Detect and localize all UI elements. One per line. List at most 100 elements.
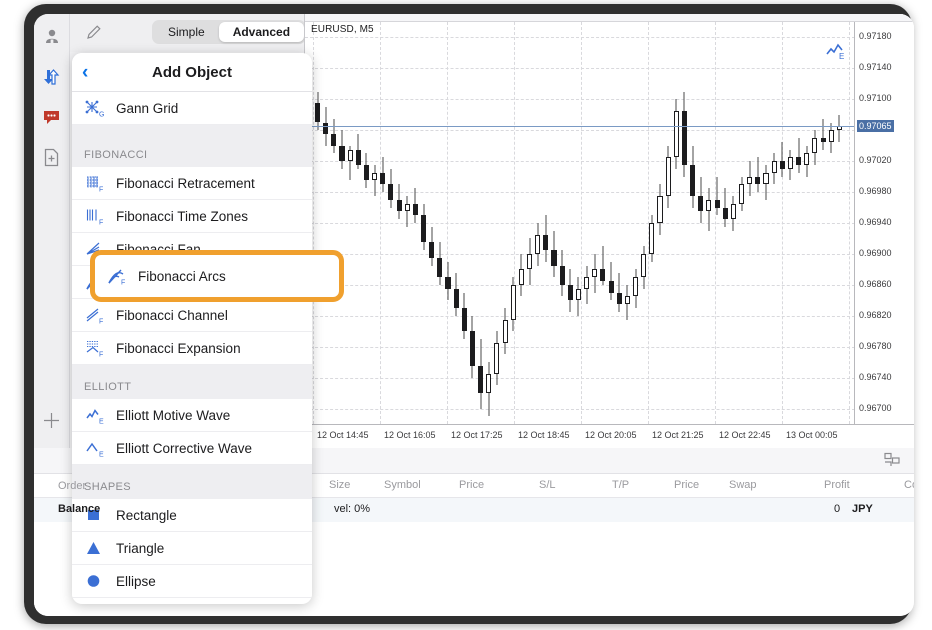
gridline-vertical <box>313 22 314 424</box>
column-header[interactable]: Symbol <box>384 479 421 491</box>
list-item-label: Triangle <box>116 541 164 556</box>
price-axis[interactable]: 0.971800.971400.971000.970200.969800.969… <box>854 22 914 424</box>
add-object-popover[interactable]: ‹ Add Object GGann GridFIBONACCIFFibonac… <box>72 53 312 604</box>
tab-advanced[interactable]: Advanced <box>219 22 304 42</box>
column-header[interactable]: Swap <box>729 479 757 491</box>
list-item-label: Fibonacci Channel <box>116 308 228 323</box>
candlestick <box>633 22 638 424</box>
candlestick <box>380 22 385 424</box>
candlestick <box>600 22 605 424</box>
price-tick-label: 0.96740 <box>859 372 892 382</box>
list-item[interactable]: EElliott Motive Wave <box>72 399 312 432</box>
candlestick <box>323 22 328 424</box>
order-column-label: Order <box>58 480 86 492</box>
account-icon[interactable] <box>35 20 69 54</box>
candlestick <box>527 22 532 424</box>
list-item[interactable]: GGann Grid <box>72 92 312 125</box>
popover-header: ‹ Add Object <box>72 53 312 92</box>
time-tick-label: 12 Oct 14:45 <box>317 430 369 440</box>
candlestick <box>494 22 499 424</box>
candlestick <box>837 22 842 424</box>
candlestick <box>568 22 573 424</box>
candlestick <box>747 22 752 424</box>
list-item[interactable]: FFibonacci Expansion <box>72 332 312 365</box>
tab-simple[interactable]: Simple <box>154 22 219 42</box>
candlestick <box>804 22 809 424</box>
candlestick <box>519 22 524 424</box>
highlighted-list-item[interactable]: F Fibonacci Arcs <box>95 255 339 297</box>
price-tick-label: 0.96700 <box>859 403 892 413</box>
ellipse-icon <box>84 570 106 592</box>
svg-text:F: F <box>99 351 103 358</box>
gridline-vertical <box>849 22 850 424</box>
column-header[interactable]: Price <box>674 479 699 491</box>
trade-arrows-icon[interactable] <box>35 60 69 94</box>
section-header-shapes: SHAPES <box>72 465 312 499</box>
list-item-label: Elliott Corrective Wave <box>116 441 252 456</box>
column-header[interactable]: Profit <box>824 479 850 491</box>
elliott-corrective-wave-icon: E <box>84 437 106 459</box>
list-item-label: Ellipse <box>116 574 156 589</box>
candlestick <box>478 22 483 424</box>
chart-tabbar: Simple Advanced + <box>70 14 304 52</box>
candlestick <box>821 22 826 424</box>
column-header[interactable]: Size <box>329 479 350 491</box>
list-item[interactable]: F Fibonacci Channel <box>72 299 312 332</box>
gann-grid-icon: G <box>84 97 106 119</box>
candlestick <box>763 22 768 424</box>
candlestick <box>657 22 662 424</box>
new-chart-icon[interactable] <box>35 140 69 174</box>
chart-topbar <box>305 14 914 22</box>
layout-icon[interactable] <box>884 452 900 473</box>
candlestick <box>609 22 614 424</box>
device-screen: M5 + Order Balance Simple Advanced + EUR… <box>34 14 914 616</box>
column-header[interactable]: Price <box>459 479 484 491</box>
list-item[interactable]: FFibonacci Time Zones <box>72 200 312 233</box>
chart-plot-area[interactable] <box>305 22 855 424</box>
crosshair-icon[interactable] <box>35 403 69 437</box>
candlestick <box>674 22 679 424</box>
elliott-wave-chart-marker: E <box>826 42 848 65</box>
list-item[interactable]: E Elliott Corrective Wave <box>72 432 312 465</box>
time-tick-label: 12 Oct 20:05 <box>585 430 637 440</box>
list-item-label: Fibonacci Retracement <box>116 176 255 191</box>
candlestick <box>617 22 622 424</box>
candlestick <box>780 22 785 424</box>
candlestick <box>454 22 459 424</box>
candlestick <box>445 22 450 424</box>
time-axis[interactable]: 12 Oct 14:4512 Oct 16:0512 Oct 17:2512 O… <box>305 424 914 448</box>
chart-symbol-label: EURUSD, M5 <box>311 24 374 35</box>
candlestick <box>421 22 426 424</box>
column-header[interactable]: S/L <box>539 479 556 491</box>
edit-pencil-icon[interactable] <box>86 23 103 45</box>
object-list[interactable]: GGann GridFIBONACCIFFibonacci Retracemen… <box>72 92 312 598</box>
candlestick <box>560 22 565 424</box>
view-mode-segmented-control[interactable]: Simple Advanced <box>152 20 306 44</box>
chat-icon[interactable] <box>35 100 69 134</box>
list-item-label: Rectangle <box>116 508 177 523</box>
price-tick-label: 0.97180 <box>859 31 892 41</box>
back-button[interactable]: ‹ <box>82 63 88 82</box>
candlestick <box>731 22 736 424</box>
candlestick <box>413 22 418 424</box>
list-item[interactable]: FFibonacci Retracement <box>72 167 312 200</box>
gridline-vertical <box>581 22 582 424</box>
time-tick-label: 13 Oct 00:05 <box>786 430 838 440</box>
list-item[interactable]: Rectangle <box>72 499 312 532</box>
svg-text:G: G <box>99 111 104 118</box>
list-item[interactable]: Triangle <box>72 532 312 565</box>
candlestick <box>715 22 720 424</box>
list-item[interactable]: Ellipse <box>72 565 312 598</box>
candlestick <box>429 22 434 424</box>
candlestick <box>812 22 817 424</box>
candlestick <box>437 22 442 424</box>
candlestick <box>755 22 760 424</box>
fibonacci-channel-icon: F <box>84 304 106 326</box>
column-header[interactable]: Comment <box>904 479 914 491</box>
chart-panel[interactable]: EURUSD, M5 E 0.971800.971400.971000.9702… <box>304 14 914 448</box>
candlestick <box>543 22 548 424</box>
price-tick-label: 0.96860 <box>859 279 892 289</box>
elliott-motive-wave-icon: E <box>84 404 106 426</box>
candlestick <box>682 22 687 424</box>
column-header[interactable]: T/P <box>612 479 629 491</box>
